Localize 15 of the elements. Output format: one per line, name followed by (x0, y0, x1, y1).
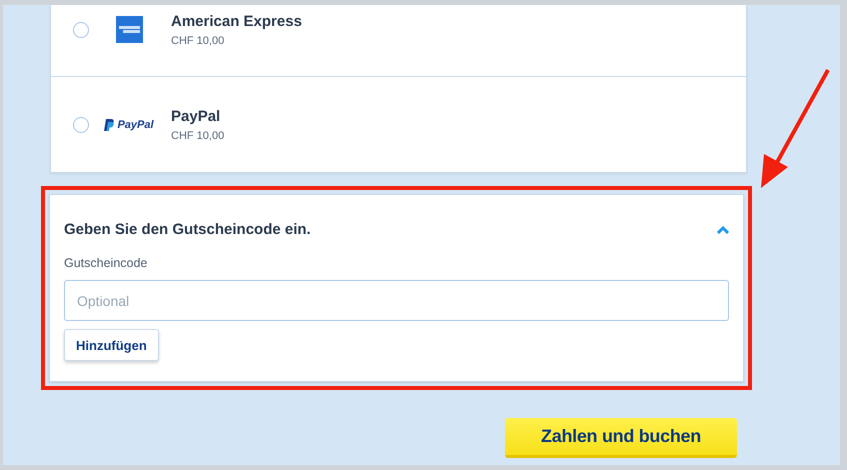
chevron-icon[interactable] (717, 226, 729, 234)
pay-button[interactable]: Zahlen und buchen (505, 418, 737, 458)
field-label: Gutscheincode (64, 256, 148, 270)
card-logo-icon (116, 16, 142, 43)
radio-button[interactable] (73, 116, 89, 132)
radio-button[interactable] (73, 22, 89, 38)
payment-price: CHF 10,00 (171, 130, 224, 142)
paypal-p-icon (104, 118, 114, 130)
add-button[interactable]: Hinzufügen (64, 329, 159, 361)
voucher-title: Geben Sie den Gutscheincode ein. (64, 221, 311, 238)
paypal-logo-text: PayPal (117, 118, 154, 130)
voucher-code-field[interactable]: Optional (64, 280, 729, 321)
payment-method-name: PayPal (171, 108, 222, 124)
payment-method-name: American Express (171, 12, 302, 30)
payment-price: CHF 10,00 (171, 34, 226, 46)
